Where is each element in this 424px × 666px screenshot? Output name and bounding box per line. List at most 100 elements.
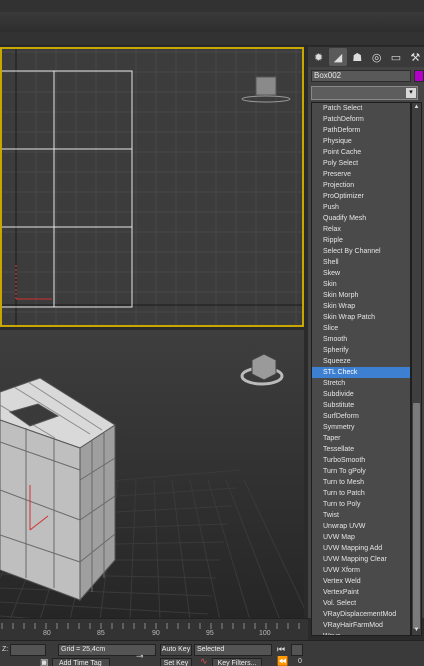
tick-label: 80: [43, 630, 51, 637]
scroll-down-icon[interactable]: ▼: [412, 626, 421, 635]
auto-key-button[interactable]: Auto Key: [160, 644, 192, 656]
object-name-row: Box002: [311, 70, 424, 82]
tick-label: 100: [259, 630, 271, 637]
viewport-perspective[interactable]: [0, 330, 304, 618]
current-frame-field[interactable]: 0: [298, 658, 302, 665]
motion-icon: ◎: [371, 51, 382, 64]
modifier-list-item[interactable]: Taper: [312, 433, 410, 444]
modifier-list-scrollbar[interactable]: ▲ ▼: [411, 102, 422, 636]
cube-front-face: [0, 419, 81, 601]
tick-label: 90: [152, 630, 160, 637]
floor-grid-line: [207, 479, 250, 618]
time-tag-icon[interactable]: ▣: [40, 657, 49, 666]
tick-label: 85: [97, 630, 105, 637]
modifier-list-item[interactable]: Turn to Poly: [312, 499, 410, 510]
modifier-list-item[interactable]: Spherify: [312, 345, 410, 356]
modifier-list-item[interactable]: Smooth: [312, 334, 410, 345]
floor-grid-line: [129, 479, 137, 618]
track-bar-ticks: [1, 623, 300, 629]
display-tab[interactable]: ▭: [387, 48, 404, 66]
modifier-list-item[interactable]: Turn To gPoly: [312, 466, 410, 477]
modifier-list-item[interactable]: SurfDeform: [312, 411, 410, 422]
modifier-list-item[interactable]: Turn to Patch: [312, 488, 410, 499]
create-icon: ✹: [314, 51, 324, 64]
viewcube-icon: [251, 353, 277, 381]
floor-grid-line: [0, 601, 209, 615]
object-color-swatch[interactable]: [414, 70, 424, 82]
object-name-field[interactable]: Box002: [311, 70, 411, 82]
modifier-list-item[interactable]: UVW Mapping Clear: [312, 554, 410, 565]
modifier-list-item[interactable]: Slice: [312, 323, 410, 334]
scroll-up-icon[interactable]: ▲: [412, 103, 421, 112]
time-config-icon[interactable]: [291, 644, 303, 656]
modifier-list-item[interactable]: ProOptimizer: [312, 191, 410, 202]
viewport-top-grid: [2, 49, 302, 325]
modifier-list-item[interactable]: Tessellate: [312, 444, 410, 455]
modifier-list-item[interactable]: Unwrap UVW: [312, 521, 410, 532]
modifier-list-item[interactable]: Skin Wrap Patch: [312, 312, 410, 323]
modifier-list-item[interactable]: Push: [312, 202, 410, 213]
modifier-list-dropdown[interactable]: ▾: [311, 86, 418, 100]
key-filters-button[interactable]: Key Filters...: [212, 658, 262, 666]
selection-set-dropdown[interactable]: Selected: [194, 644, 272, 656]
modifier-list-item[interactable]: Patch Select: [312, 103, 410, 114]
modifier-list-item[interactable]: VRayDisplacementMod: [312, 609, 410, 620]
tangent-icon[interactable]: ∿: [200, 656, 208, 666]
modifier-list-item[interactable]: Skin Wrap: [312, 301, 410, 312]
utilities-tab[interactable]: ⚒: [407, 48, 424, 66]
modifier-list-item[interactable]: Relax: [312, 224, 410, 235]
modifier-list-item[interactable]: Point Cache: [312, 147, 410, 158]
create-tab[interactable]: ✹: [310, 48, 327, 66]
modify-tab[interactable]: ◢: [329, 48, 347, 66]
modifier-list-item[interactable]: PathDeform: [312, 125, 410, 136]
modifier-list-item[interactable]: Vol. Select: [312, 598, 410, 609]
modifier-list-item[interactable]: Symmetry: [312, 422, 410, 433]
modifier-list-item[interactable]: Skin Morph: [312, 290, 410, 301]
modifier-list-item[interactable]: UVW Xform: [312, 565, 410, 576]
modifier-list-item[interactable]: Shell: [312, 257, 410, 268]
modifier-list-item[interactable]: Ripple: [312, 235, 410, 246]
z-coordinate-label: Z:: [2, 646, 9, 653]
z-coordinate-field[interactable]: [10, 644, 46, 656]
prev-key-icon[interactable]: ⏪: [277, 656, 288, 666]
set-key-button[interactable]: Set Key: [160, 658, 192, 666]
modifier-list-item[interactable]: Poly Select: [312, 158, 410, 169]
modifier-list-item[interactable]: Stretch: [312, 378, 410, 389]
modifier-list-popup: Patch Select PatchDeform PathDeform Physiqu…: [311, 102, 411, 636]
modifier-list-item[interactable]: Preserve: [312, 169, 410, 180]
modifier-list-item[interactable]: Physique: [312, 136, 410, 147]
modifier-list-item[interactable]: VertexPaint: [312, 587, 410, 598]
scrollbar-thumb[interactable]: [413, 403, 420, 629]
modifier-list-item[interactable]: Vertex Weld: [312, 576, 410, 587]
modifier-list-item[interactable]: Wave: [312, 631, 410, 635]
hierarchy-tab[interactable]: ☗: [349, 48, 366, 66]
modifier-list-item[interactable]: Projection: [312, 180, 410, 191]
modifier-list-item[interactable]: STL Check: [312, 367, 410, 378]
command-panel-tabs: ✹ ◢ ☗ ◎ ▭ ⚒: [308, 47, 424, 67]
modifier-list-item[interactable]: Twist: [312, 510, 410, 521]
key-icon[interactable]: ⊸: [136, 651, 144, 661]
modifier-list-item[interactable]: TurboSmooth: [312, 455, 410, 466]
modifier-list-item[interactable]: Turn to Mesh: [312, 477, 410, 488]
modifier-list-item[interactable]: VRayHairFarmMod: [312, 620, 410, 631]
modifier-list-item[interactable]: Squeeze: [312, 356, 410, 367]
modifier-list-item[interactable]: Select By Channel: [312, 246, 410, 257]
modifier-list-item[interactable]: Subdivide: [312, 389, 410, 400]
goto-start-icon[interactable]: ⏮: [277, 644, 285, 654]
motion-tab[interactable]: ◎: [368, 48, 385, 66]
floor-grid-line: [171, 479, 191, 618]
chevron-down-icon[interactable]: ▾: [406, 88, 416, 98]
modifier-list-item[interactable]: Skew: [312, 268, 410, 279]
modifier-list-item[interactable]: Quadify Mesh: [312, 213, 410, 224]
modifier-list-item[interactable]: Substitute: [312, 400, 410, 411]
viewport-top[interactable]: [0, 47, 304, 327]
modifier-list-item[interactable]: UVW Mapping Add: [312, 543, 410, 554]
status-bar: Z: Grid = 25,4cm Auto Key Selected Set K…: [0, 640, 424, 666]
add-time-tag-button[interactable]: Add Time Tag: [52, 658, 110, 666]
modifier-list-items: Patch Select PatchDeform PathDeform Physiqu…: [312, 103, 410, 635]
modify-icon: ◢: [333, 51, 343, 64]
modifier-list-item[interactable]: UVW Map: [312, 532, 410, 543]
track-bar[interactable]: 80 85 90 95 100: [0, 618, 308, 640]
modifier-list-item[interactable]: PatchDeform: [312, 114, 410, 125]
modifier-list-item[interactable]: Skin: [312, 279, 410, 290]
